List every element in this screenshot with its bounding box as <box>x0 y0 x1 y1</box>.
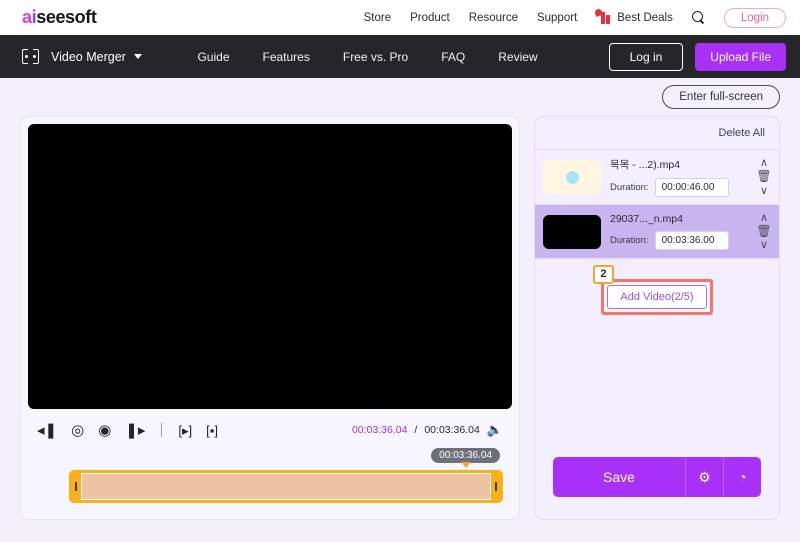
video-merger-icon <box>22 49 39 64</box>
top-navigation: Store Product Resource Support Best Deal… <box>364 7 786 28</box>
duration-row: Duration: <box>610 178 746 197</box>
player-controls: ◂❚ ◎ ◉ ❚▸ [▸] [▪] 00:03:36.04 / 00:03:36… <box>27 410 513 450</box>
video-list-footer: Save ⚙ ◔ <box>535 457 779 519</box>
fullscreen-row: Enter full-screen <box>0 78 800 116</box>
video-row-actions: ∧ 🗑 ∨ <box>755 212 773 251</box>
total-time: 00:03:36.04 <box>424 424 480 436</box>
nav-link-features[interactable]: Features <box>263 50 310 64</box>
video-file-name: 29037..._n.mp4 <box>610 213 683 226</box>
brand-logo[interactable]: aiseesoft <box>22 7 97 28</box>
brand-logo-rest: seesoft <box>36 7 97 27</box>
play-icon[interactable]: ◎ <box>71 423 84 438</box>
login-button-nav[interactable]: Log in <box>608 42 684 71</box>
nav-link-faq[interactable]: FAQ <box>441 50 465 64</box>
delete-all-button[interactable]: Delete All <box>719 127 765 139</box>
nav-link-free-vs-pro[interactable]: Free vs. Pro <box>343 50 408 64</box>
topnav-link-best-deals[interactable]: Best Deals <box>594 8 673 24</box>
video-meta: 29037..._n.mp4 Duration: <box>610 213 746 251</box>
current-time: 00:03:36.04 <box>351 424 408 436</box>
add-video-button[interactable]: Add Video(2/5) <box>607 285 707 310</box>
video-thumbnail <box>543 160 601 194</box>
chevron-down-icon[interactable] <box>133 54 142 59</box>
timeline-tooltip: 00:03:36.04 <box>431 448 500 468</box>
add-video-zone: 2 Add Video(2/5) <box>535 259 779 316</box>
rewind-icon[interactable]: ◂❚ <box>37 423 57 438</box>
video-meta: 목목 - ...2).mp4 Duration: <box>610 157 746 197</box>
app-nav-bar: Video Merger Guide Features Free vs. Pro… <box>0 35 800 78</box>
stop-icon[interactable]: ◉ <box>98 423 111 438</box>
login-button-top[interactable]: Login <box>723 7 786 28</box>
app-nav-actions: Log in Upload File <box>608 42 786 71</box>
video-thumbnail <box>543 214 601 249</box>
trim-handle-right[interactable] <box>491 472 501 501</box>
delete-icon[interactable]: 🗑 <box>756 224 771 238</box>
timeline-area: 00:03:36.04 <box>27 448 513 512</box>
video-row-actions: ∧ 🗑 ∨ <box>755 157 773 196</box>
duration-label: Duration: <box>610 182 649 193</box>
trim-handle-left[interactable] <box>71 472 81 501</box>
time-display: 00:03:36.04 / 00:03:36.04 🔈 <box>352 422 503 438</box>
volume-icon[interactable]: 🔈 <box>487 422 503 438</box>
save-button-group: Save ⚙ ◔ <box>553 457 761 497</box>
time-separator: / <box>414 424 418 436</box>
thumbnail-dot-icon <box>565 170 579 184</box>
topnav-link-support[interactable]: Support <box>537 12 577 24</box>
duration-input[interactable] <box>654 178 729 197</box>
settings-gear-icon[interactable]: ⚙ <box>685 457 723 497</box>
best-deals-icon <box>594 8 613 24</box>
history-clock-icon[interactable]: ◔ <box>723 457 761 497</box>
nav-link-review[interactable]: Review <box>498 50 537 64</box>
duration-label: Duration: <box>610 235 649 247</box>
search-icon[interactable] <box>691 11 705 24</box>
nav-link-guide[interactable]: Guide <box>197 50 229 64</box>
controls-divider <box>161 423 163 437</box>
best-deals-label: Best Deals <box>617 11 673 24</box>
trim-range-frame[interactable] <box>69 470 503 503</box>
tool-name-label: Video Merger <box>51 49 126 64</box>
topnav-link-product[interactable]: Product <box>410 12 450 24</box>
video-file-name: 목목 - ...2).mp4 <box>610 159 681 171</box>
video-list-header: Delete All <box>535 117 779 150</box>
trim-play-icon[interactable]: [▸] <box>178 424 192 437</box>
move-down-icon[interactable]: ∨ <box>760 185 768 197</box>
video-stage[interactable] <box>28 124 512 409</box>
enter-fullscreen-button[interactable]: Enter full-screen <box>662 85 780 109</box>
topnav-link-store[interactable]: Store <box>364 12 392 24</box>
video-list-item[interactable]: 29037..._n.mp4 Duration: ∧ 🗑 ∨ <box>535 205 779 260</box>
brand-logo-ai: ai <box>22 7 37 27</box>
video-list-item[interactable]: 목목 - ...2).mp4 Duration: ∧ 🗑 ∨ <box>535 150 779 205</box>
trim-range-fill <box>81 473 491 500</box>
upload-file-button[interactable]: Upload File <box>695 42 786 71</box>
duration-input[interactable] <box>654 231 729 251</box>
main-content: ◂❚ ◎ ◉ ❚▸ [▸] [▪] 00:03:36.04 / 00:03:36… <box>0 116 800 520</box>
move-up-icon[interactable]: ∧ <box>760 212 768 224</box>
topnav-link-resource[interactable]: Resource <box>469 12 518 24</box>
add-video-highlight: 2 Add Video(2/5) <box>593 265 713 316</box>
top-bar: aiseesoft Store Product Resource Support… <box>0 0 800 35</box>
duration-row: Duration: <box>610 231 746 251</box>
video-list-panel: Delete All 목목 - ...2).mp4 Duration: ∧ 🗑 … <box>534 116 780 520</box>
delete-icon[interactable]: 🗑 <box>756 170 771 183</box>
video-player-panel: ◂❚ ◎ ◉ ❚▸ [▸] [▪] 00:03:36.04 / 00:03:36… <box>20 116 520 520</box>
save-button[interactable]: Save <box>553 457 685 497</box>
move-up-icon[interactable]: ∧ <box>760 157 768 169</box>
forward-icon[interactable]: ❚▸ <box>125 423 145 438</box>
trim-stop-icon[interactable]: [▪] <box>206 424 218 437</box>
step-badge: 2 <box>593 265 614 285</box>
app-nav-links: Guide Features Free vs. Pro FAQ Review L… <box>197 42 786 71</box>
move-down-icon[interactable]: ∨ <box>760 239 768 251</box>
